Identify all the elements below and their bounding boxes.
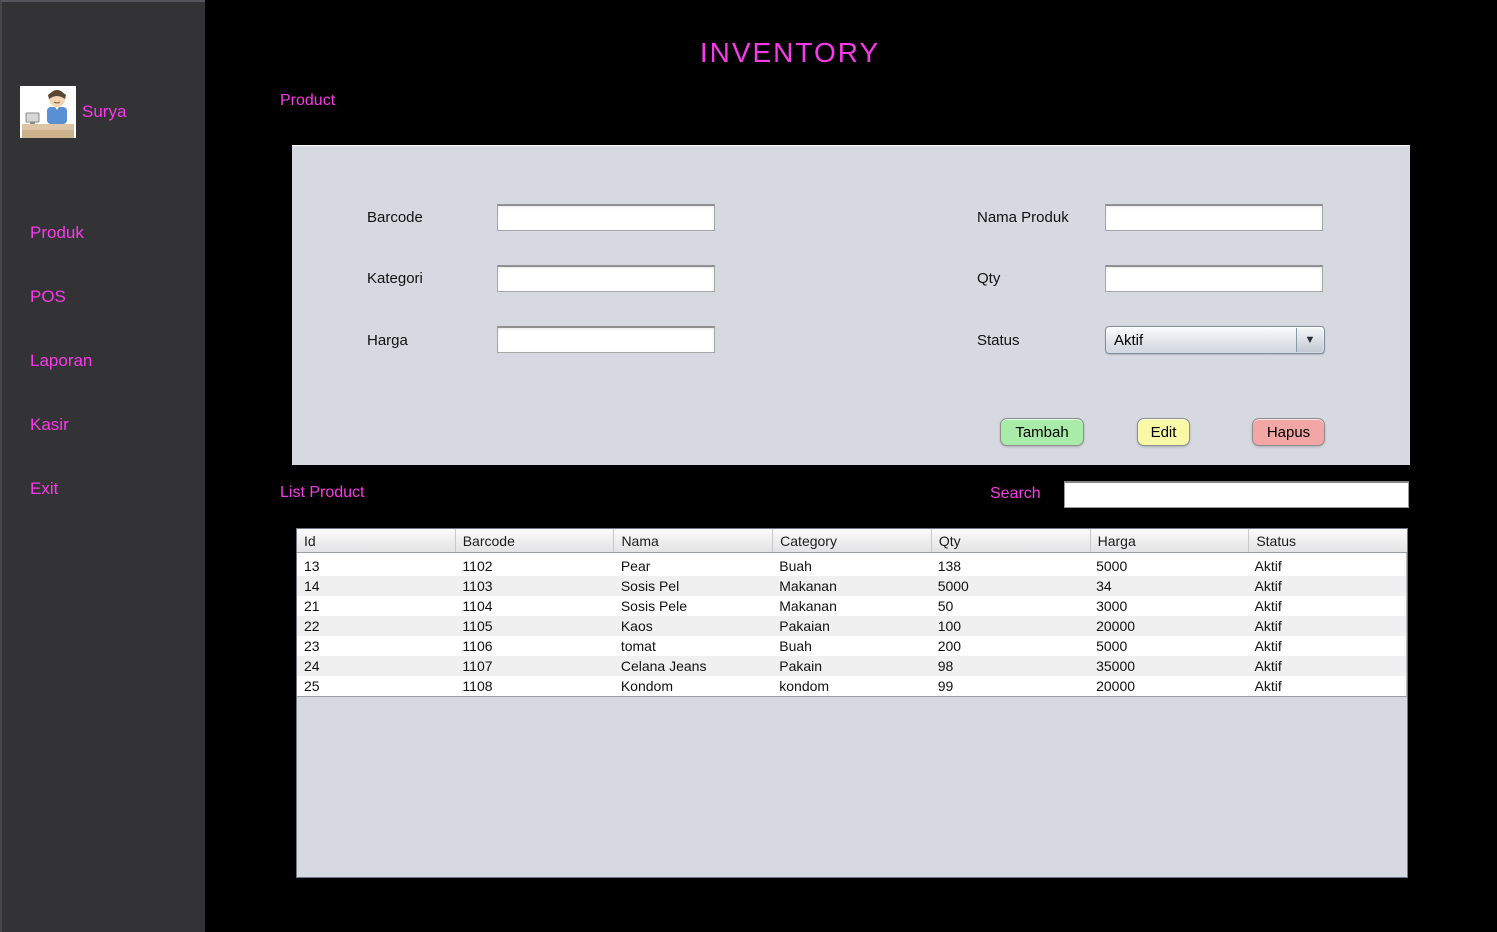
qty-input[interactable] (1105, 265, 1323, 292)
sidebar: Surya Produk POS Laporan Kasir Exit (0, 0, 205, 932)
table-cell: 98 (937, 658, 954, 674)
table-cell: Aktif (1254, 558, 1282, 574)
table-cell: Sosis Pele (620, 598, 687, 614)
product-table: Id Barcode Nama Category Qty Harga Status 13 11… (296, 528, 1408, 878)
table-cell: Aktif (1254, 678, 1282, 694)
table-cell: Makanan (779, 598, 837, 614)
table-row[interactable]: 14 1103 Sosis Pel Makanan 5000 34 Aktif (297, 576, 1406, 596)
table-cell: Pakaian (779, 618, 830, 634)
product-form-panel: Barcode Kategori Harga Nama Produk Qty S… (292, 145, 1410, 465)
column-header-qty[interactable]: Qty (932, 529, 1091, 552)
username: Surya (82, 102, 127, 121)
table-row[interactable]: 23 1106 tomat Buah 200 5000 Aktif (297, 636, 1406, 656)
table-cell: Aktif (1254, 578, 1282, 594)
column-header-nama[interactable]: Nama (614, 529, 774, 552)
table-cell: 20000 (1096, 678, 1136, 694)
nama-produk-label: Nama Produk (977, 209, 1069, 226)
table-cell: Aktif (1254, 658, 1282, 674)
table-cell: Pakain (779, 658, 823, 674)
table-header-row: Id Barcode Nama Category Qty Harga Status (297, 529, 1407, 553)
table-cell: Sosis Pel (620, 578, 680, 594)
column-header-status[interactable]: Status (1249, 529, 1407, 552)
column-header-id[interactable]: Id (297, 529, 456, 552)
harga-label: Harga (367, 332, 408, 349)
barcode-input[interactable] (497, 204, 715, 231)
table-cell: 50 (937, 598, 954, 614)
table-cell: 1104 (462, 598, 493, 614)
column-header-barcode[interactable]: Barcode (456, 529, 615, 552)
table-cell: 1103 (462, 578, 493, 594)
column-header-harga[interactable]: Harga (1091, 529, 1250, 552)
table-cell: 34 (1096, 578, 1112, 594)
table-row[interactable]: 13 1102 Pear Buah 138 5000 Aktif (297, 556, 1406, 576)
table-cell: Pear (620, 558, 651, 574)
status-dropdown-button[interactable]: ▼ (1296, 328, 1323, 352)
table-cell: 23 (304, 638, 320, 654)
table-cell: Aktif (1254, 638, 1282, 654)
kategori-label: Kategori (367, 270, 423, 287)
table-cell: Buah (779, 638, 812, 654)
harga-input[interactable] (497, 326, 715, 353)
table-cell: 1102 (462, 558, 493, 574)
table-cell: Aktif (1254, 618, 1282, 634)
table-cell: 25 (304, 678, 320, 694)
table-cell: 200 (937, 638, 962, 654)
table-cell: 22 (304, 618, 320, 634)
table-cell: 138 (937, 558, 962, 574)
table-cell: 1108 (462, 678, 493, 694)
table-cell: kondom (779, 678, 830, 694)
sidebar-item-pos[interactable]: POS (30, 287, 66, 307)
table-cell: 13 (304, 558, 320, 574)
table-row[interactable]: 22 1105 Kaos Pakaian 100 20000 Aktif (297, 616, 1406, 636)
sidebar-item-produk[interactable]: Produk (30, 223, 84, 243)
table-cell: 14 (304, 578, 320, 594)
nama-produk-input[interactable] (1105, 204, 1323, 231)
table-cell: Buah (779, 558, 812, 574)
page-title: INVENTORY (699, 37, 881, 68)
column-header-category[interactable]: Category (773, 529, 932, 552)
search-label: Search (990, 485, 1041, 502)
product-section-label: Product (280, 92, 336, 109)
tambah-button[interactable]: Tambah (1000, 418, 1084, 446)
table-row[interactable]: 25 1108 Kondom kondom 99 20000 Aktif (297, 676, 1406, 696)
edit-button[interactable]: Edit (1137, 418, 1190, 446)
sidebar-item-laporan[interactable]: Laporan (30, 351, 92, 371)
table-cell: 3000 (1096, 598, 1128, 614)
table-cell: 35000 (1096, 658, 1136, 674)
table-cell: 5000 (1096, 638, 1128, 654)
table-cell: 21 (304, 598, 320, 614)
table-cell: 99 (937, 678, 954, 694)
app-window: Surya Produk POS Laporan Kasir Exit INVE… (0, 0, 1497, 932)
cashier-avatar-icon (20, 86, 76, 138)
table-cell: 1107 (462, 658, 493, 674)
table-cell: 5000 (1096, 558, 1128, 574)
table-cell: 100 (937, 618, 962, 634)
chevron-down-icon: ▼ (1304, 333, 1316, 346)
table-row[interactable]: 24 1107 Celana Jeans Pakain 98 35000 Aktif (297, 656, 1406, 676)
table-cell: Aktif (1254, 598, 1282, 614)
table-cell: Celana Jeans (620, 658, 707, 674)
hapus-button[interactable]: Hapus (1252, 418, 1325, 446)
table-cell: Kondom (620, 678, 673, 694)
table-cell: tomat (620, 638, 656, 654)
status-label: Status (977, 332, 1020, 349)
status-selected-value: Aktif (1114, 332, 1144, 349)
table-cell: Kaos (620, 618, 653, 634)
table-cell: 20000 (1096, 618, 1136, 634)
table-cell: 5000 (937, 578, 969, 594)
table-cell: Makanan (779, 578, 837, 594)
table-row[interactable]: 21 1104 Sosis Pele Makanan 50 3000 Aktif (297, 596, 1406, 616)
barcode-label: Barcode (367, 209, 423, 226)
table-cell: 1105 (462, 618, 493, 634)
search-input[interactable] (1064, 481, 1409, 508)
kategori-input[interactable] (497, 265, 715, 292)
table-cell: 24 (304, 658, 320, 674)
table-body: 13 1102 Pear Buah 138 5000 Aktif 14 1103 Sosis Pe… (297, 553, 1407, 697)
list-product-label: List Product (280, 484, 365, 501)
qty-label: Qty (977, 270, 1001, 287)
table-cell: 1106 (462, 638, 493, 654)
status-select[interactable]: Aktif ▼ (1105, 326, 1325, 354)
sidebar-item-kasir[interactable]: Kasir (30, 415, 69, 435)
sidebar-item-exit[interactable]: Exit (30, 479, 58, 499)
